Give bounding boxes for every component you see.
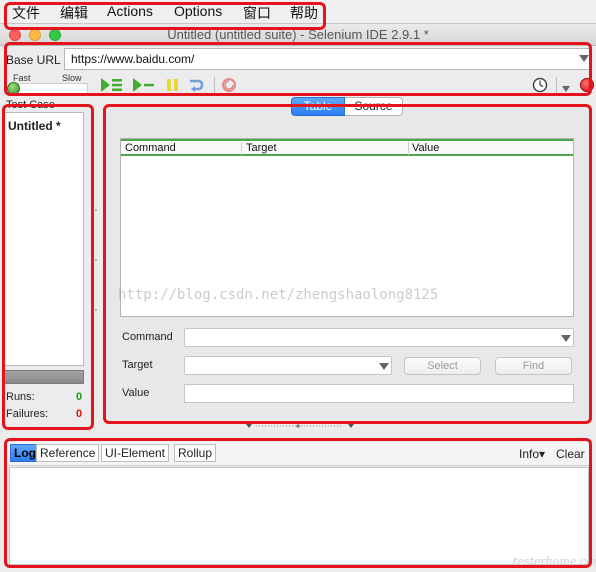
test-progress-bar — [4, 370, 84, 384]
tab-reference[interactable]: Reference — [36, 444, 100, 462]
window-title: Untitled (untitled suite) - Selenium IDE… — [167, 27, 429, 42]
title-bar: Untitled (untitled suite) - Selenium IDE… — [0, 24, 596, 46]
tab-ui-element[interactable]: UI-Element — [101, 444, 170, 462]
log-output[interactable] — [9, 467, 589, 565]
command-table-header: Command Target Value — [121, 139, 573, 156]
menu-window[interactable]: 窗口 — [243, 3, 271, 23]
test-case-item[interactable]: Untitled * — [8, 119, 61, 133]
menu-bar: 文件 编辑 Actions Options 窗口 帮助 — [0, 0, 596, 24]
clear-log-button[interactable]: Clear — [556, 447, 585, 461]
play-test-icon[interactable] — [132, 77, 156, 96]
menu-file[interactable]: 文件 — [12, 3, 40, 23]
speed-slider[interactable] — [10, 83, 88, 95]
base-url-input[interactable] — [64, 48, 590, 70]
record-icon[interactable] — [580, 78, 594, 92]
tab-table[interactable]: Table — [291, 97, 345, 116]
value-label: Value — [122, 387, 150, 399]
menu-actions[interactable]: Actions — [107, 3, 153, 19]
menu-edit[interactable]: 编辑 — [60, 3, 88, 23]
test-case-header: Test Case — [6, 99, 55, 111]
column-header-value[interactable]: Value — [412, 142, 439, 154]
play-suite-icon[interactable] — [100, 77, 124, 96]
column-header-target[interactable]: Target — [246, 142, 277, 154]
failures-count: 0 — [76, 408, 83, 420]
tab-rollup[interactable]: Rollup — [174, 444, 217, 462]
chevron-down-icon[interactable] — [579, 55, 589, 62]
corner-watermark: testerhome.com — [513, 555, 596, 568]
speed-slider-handle[interactable] — [7, 82, 20, 95]
find-button[interactable]: Find — [495, 357, 572, 375]
column-header-command[interactable]: Command — [125, 142, 176, 154]
speed-slow-label: Slow — [62, 73, 82, 83]
toolbar-separator — [556, 77, 557, 93]
select-button[interactable]: Select — [404, 357, 481, 375]
failures-label: Failures: — [6, 408, 49, 420]
value-input[interactable] — [184, 384, 574, 403]
log-level-select[interactable]: Info▾ — [519, 447, 545, 461]
schedule-icon[interactable] — [532, 77, 548, 96]
rollup-icon[interactable] — [221, 77, 237, 96]
horizontal-splitter[interactable] — [246, 422, 354, 430]
column-divider — [241, 142, 242, 155]
command-combobox[interactable] — [184, 328, 574, 347]
watermark: http://blog.csdn.net/zhengshaolong8125 — [118, 287, 439, 303]
vertical-splitter[interactable] — [93, 200, 99, 320]
menu-help[interactable]: 帮助 — [290, 3, 318, 23]
chevron-down-icon[interactable] — [561, 335, 571, 342]
toolbar-separator — [214, 77, 215, 93]
command-label: Command — [122, 331, 173, 343]
runs-label: Runs: — [6, 391, 35, 403]
chevron-down-icon[interactable] — [379, 363, 389, 370]
step-icon[interactable] — [188, 77, 204, 96]
pause-icon[interactable] — [166, 77, 180, 96]
runs-count: 0 — [76, 391, 83, 403]
tab-source[interactable]: Source — [345, 97, 403, 116]
test-case-list[interactable]: Untitled * — [4, 112, 84, 366]
base-url-label: Base URL — [6, 53, 61, 67]
chevron-down-icon[interactable] — [561, 82, 571, 96]
menu-options[interactable]: Options — [174, 3, 222, 19]
column-divider — [408, 142, 409, 155]
target-combobox[interactable] — [184, 356, 392, 375]
target-label: Target — [122, 359, 153, 371]
